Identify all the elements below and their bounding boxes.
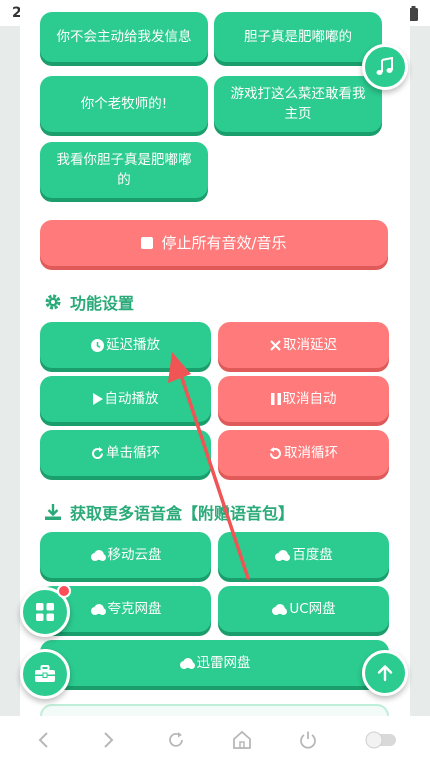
- chevron-right-icon: [104, 732, 114, 748]
- xunlei-label: 迅雷网盘: [196, 655, 251, 671]
- clock-icon: [91, 338, 104, 352]
- forward-button[interactable]: [97, 728, 121, 752]
- back-button[interactable]: [31, 728, 55, 752]
- baidu-label: 百度盘: [292, 547, 333, 563]
- scroll-top-fab[interactable]: [362, 650, 408, 696]
- notification-dot: [57, 584, 71, 598]
- single-loop-button[interactable]: 单击循环: [40, 430, 211, 476]
- close-icon: [270, 339, 281, 351]
- cancel-auto-button[interactable]: 取消自动: [218, 376, 389, 422]
- sound-button-label: 游戏打这么菜还敢看我主页: [230, 86, 366, 122]
- redo-icon: [91, 446, 104, 460]
- cancel-delay-label: 取消延迟: [283, 337, 337, 353]
- cancel-loop-button[interactable]: 取消循环: [218, 430, 389, 476]
- toggle-icon: [365, 731, 396, 749]
- sound-button-label: 我看你胆子真是肥嘟嘟的: [56, 152, 192, 188]
- uc-label: UC网盘: [289, 601, 336, 617]
- sound-button-1[interactable]: 你不会主动给我发信息: [40, 12, 208, 62]
- auto-play-button[interactable]: 自动播放: [40, 376, 211, 422]
- chevron-left-icon: [38, 732, 48, 748]
- xunlei-button[interactable]: 迅雷网盘: [40, 640, 389, 686]
- play-icon: [92, 393, 103, 405]
- power-icon: [300, 731, 317, 749]
- cloud-icon: [90, 549, 106, 561]
- cloud-icon: [90, 603, 106, 615]
- music-fab[interactable]: [362, 44, 408, 90]
- stop-all-button[interactable]: 停止所有音效/音乐: [40, 220, 388, 266]
- next-item-partial[interactable]: [40, 704, 389, 716]
- delay-play-label: 延迟播放: [106, 337, 160, 353]
- grid-icon: [36, 603, 54, 621]
- battery-icon: [409, 5, 418, 21]
- stop-icon: [141, 237, 154, 249]
- cancel-auto-label: 取消自动: [282, 391, 337, 407]
- settings-section-title: 功能设置: [44, 290, 134, 314]
- delay-play-button[interactable]: 延迟播放: [40, 322, 211, 368]
- cloud-icon: [179, 657, 195, 669]
- baidu-button[interactable]: 百度盘: [218, 532, 389, 578]
- sound-button-label: 胆子真是肥嘟嘟的: [244, 29, 352, 45]
- sound-button-3[interactable]: 你个老牧师的!: [40, 76, 208, 132]
- refresh-icon: [168, 732, 183, 747]
- stop-all-label: 停止所有音效/音乐: [161, 234, 287, 252]
- main-content: 你不会主动给我发信息 胆子真是肥嘟嘟的 你个老牧师的! 游戏打这么菜还敢看我主页…: [20, 0, 410, 716]
- sound-button-label: 你不会主动给我发信息: [56, 29, 192, 45]
- cancel-delay-button[interactable]: 取消延迟: [218, 322, 389, 368]
- pause-icon: [270, 393, 281, 405]
- quark-label: 夸克网盘: [107, 601, 162, 617]
- cloud-icon: [274, 549, 291, 561]
- download-icon: [45, 504, 61, 520]
- undo-icon: [269, 446, 282, 460]
- cancel-loop-label: 取消循环: [284, 445, 338, 461]
- toolbox-icon: [35, 665, 55, 682]
- home-button[interactable]: [230, 728, 254, 752]
- download-section-title: 获取更多语音盒【附赠语音包】: [44, 500, 294, 524]
- sound-button-label: 你个老牧师的!: [80, 96, 168, 112]
- single-loop-label: 单击循环: [106, 445, 160, 461]
- sound-button-5[interactable]: 我看你胆子真是肥嘟嘟的: [40, 142, 208, 198]
- music-note-icon: [376, 57, 393, 75]
- home-icon: [233, 730, 252, 749]
- cloud-icon: [271, 603, 288, 615]
- refresh-button[interactable]: [164, 728, 188, 752]
- download-title: 获取更多语音盒【附赠语音包】: [70, 504, 295, 523]
- sound-button-2[interactable]: 胆子真是肥嘟嘟的: [214, 12, 382, 62]
- arrow-up-icon: [377, 665, 393, 682]
- power-button[interactable]: [296, 728, 320, 752]
- browser-bottom-nav: [0, 716, 430, 764]
- toolbox-fab[interactable]: [20, 649, 70, 699]
- mobile-cloud-button[interactable]: 移动云盘: [40, 532, 211, 578]
- sound-button-4[interactable]: 游戏打这么菜还敢看我主页: [214, 76, 382, 132]
- toggle-switch[interactable]: [363, 728, 399, 752]
- gear-icon: [45, 294, 61, 310]
- auto-play-label: 自动播放: [104, 391, 159, 407]
- uc-button[interactable]: UC网盘: [218, 586, 389, 632]
- mobile-cloud-label: 移动云盘: [107, 547, 162, 563]
- settings-title: 功能设置: [70, 294, 135, 313]
